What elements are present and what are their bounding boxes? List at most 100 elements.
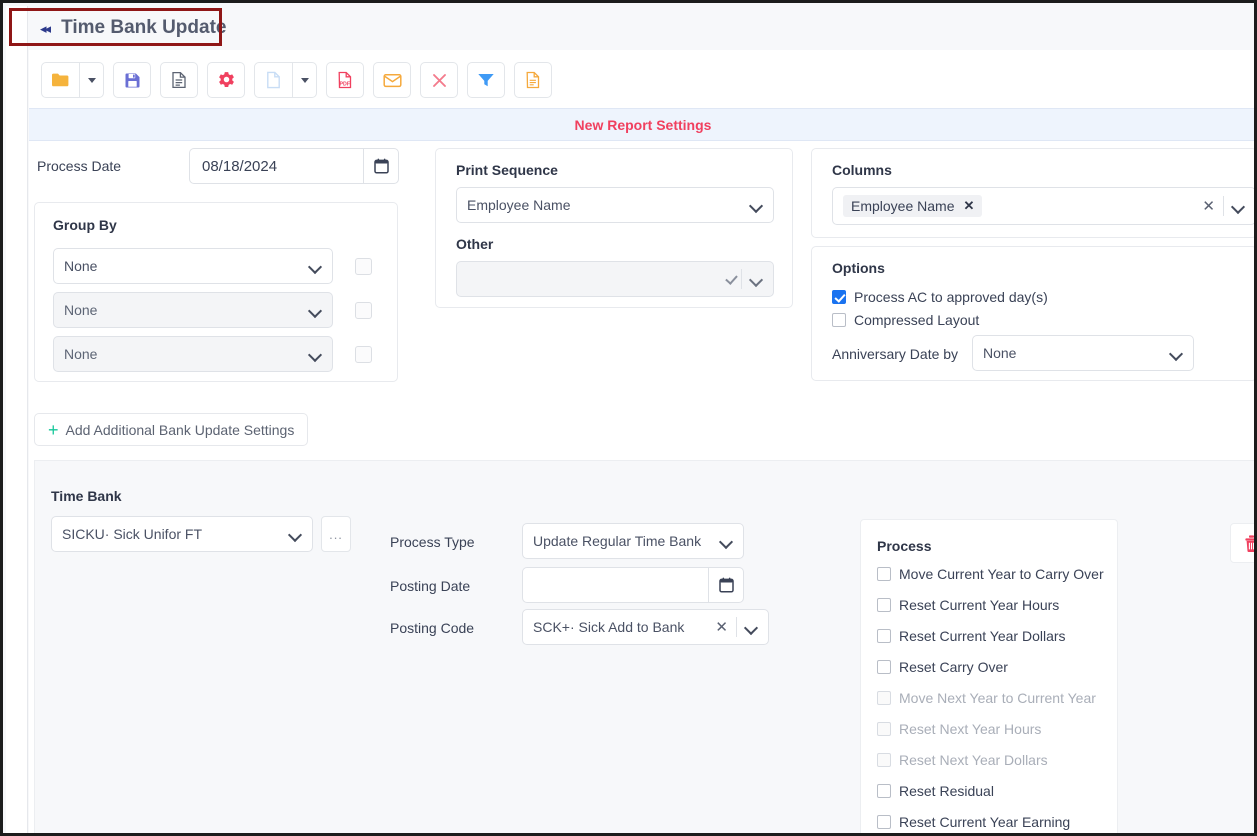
checkbox-icon[interactable] <box>877 660 891 674</box>
new-report-settings-banner: New Report Settings <box>29 108 1254 141</box>
calendar-icon[interactable] <box>363 148 399 184</box>
add-additional-bank-update-settings-button[interactable]: + Add Additional Bank Update Settings <box>34 413 309 446</box>
field-divider <box>1223 196 1224 216</box>
report-settings-panel: PDF New Report Settings Process Date 08/… <box>29 50 1254 833</box>
process-item-reset-current-year-dollars[interactable]: Reset Current Year Dollars <box>877 628 1104 644</box>
process-item-reset-current-year-earning[interactable]: Reset Current Year Earning <box>877 814 1104 830</box>
posting-code-select[interactable]: SCK+· Sick Add to Bank ✕ <box>522 609 769 645</box>
process-title: Process <box>877 538 932 554</box>
chevron-down-icon <box>309 260 322 273</box>
page-title: Time Bank Update <box>61 17 227 38</box>
time-bank-lookup-button[interactable]: ... <box>321 516 351 552</box>
group-by-select-3[interactable]: None <box>53 336 333 372</box>
left-gutter <box>6 6 28 833</box>
posting-date-field[interactable] <box>522 567 744 603</box>
process-date-field[interactable]: 08/18/2024 <box>189 148 399 184</box>
process-type-value: Update Regular Time Bank <box>533 533 702 549</box>
filter-button[interactable] <box>467 62 505 98</box>
funnel-icon <box>478 74 494 87</box>
anniversary-date-by-label: Anniversary Date by <box>832 346 959 362</box>
process-item-label: Move Next Year to Current Year <box>899 690 1096 706</box>
calendar-icon[interactable] <box>708 567 744 603</box>
close-button[interactable] <box>420 62 458 98</box>
floppy-disk-icon <box>125 73 139 87</box>
plus-icon: + <box>48 419 59 440</box>
new-document-dropdown[interactable] <box>292 62 317 98</box>
new-document-button[interactable] <box>254 62 292 98</box>
group-by-select-2[interactable]: None <box>53 292 333 328</box>
email-button[interactable] <box>373 62 411 98</box>
process-type-label: Process Type <box>390 534 475 550</box>
group-by-checkbox-2[interactable] <box>355 301 372 319</box>
process-item-label: Reset Current Year Dollars <box>899 628 1066 644</box>
clear-columns-icon[interactable]: ✕ <box>1202 199 1215 214</box>
checkbox-icon[interactable] <box>877 567 891 581</box>
posting-code-label: Posting Code <box>390 620 475 636</box>
document-lines-icon <box>172 71 186 89</box>
process-type-select[interactable]: Update Regular Time Bank <box>522 523 744 559</box>
trash-icon <box>1244 534 1254 552</box>
print-sequence-title: Print Sequence <box>456 162 558 178</box>
group-by-checkbox-3[interactable] <box>355 345 372 363</box>
check-icon[interactable] <box>725 272 739 286</box>
checkbox-icon[interactable] <box>877 629 891 643</box>
collapse-left-icon[interactable]: ◂◂ <box>40 22 51 35</box>
checkbox-icon[interactable] <box>877 598 891 612</box>
gear-icon <box>218 71 234 87</box>
option-process-ac-to-approved-days[interactable]: Process AC to approved day(s) <box>832 289 1048 305</box>
group-by-row-3: None <box>53 336 391 372</box>
print-sequence-select[interactable]: Employee Name <box>456 187 774 223</box>
columns-title: Columns <box>832 162 892 178</box>
process-item-reset-carry-over[interactable]: Reset Carry Over <box>877 659 1104 675</box>
process-item-reset-next-year-hours: Reset Next Year Hours <box>877 721 1104 737</box>
new-document-group <box>254 62 317 98</box>
save-button[interactable] <box>113 62 151 98</box>
options-panel: Options Process AC to approved day(s) Co… <box>811 246 1254 381</box>
columns-multiselect[interactable]: Employee Name ✕ ✕ <box>832 187 1254 225</box>
process-date-value[interactable]: 08/18/2024 <box>189 148 363 184</box>
clear-posting-code-icon[interactable]: ✕ <box>715 620 728 635</box>
checkbox-icon[interactable] <box>832 313 846 327</box>
chevron-down-icon <box>720 535 733 548</box>
column-chip[interactable]: Employee Name ✕ <box>843 195 983 217</box>
options-title: Options <box>832 260 885 276</box>
delete-time-bank-row-button[interactable] <box>1230 523 1254 563</box>
process-item-move-current-year-to-carry-over[interactable]: Move Current Year to Carry Over <box>877 566 1104 582</box>
other-label: Other <box>456 236 494 252</box>
svg-text:PDF: PDF <box>339 82 350 88</box>
export-file-button[interactable] <box>514 62 552 98</box>
group-by-checkbox-1[interactable] <box>355 257 372 275</box>
process-item-label: Reset Next Year Dollars <box>899 752 1048 768</box>
chevron-down-icon <box>750 199 763 212</box>
columns-panel: Columns Employee Name ✕ ✕ <box>811 148 1254 238</box>
export-pdf-button[interactable]: PDF <box>326 62 364 98</box>
group-by-select-1[interactable]: None <box>53 248 333 284</box>
columns-chip-list: Employee Name ✕ <box>843 195 1202 217</box>
option-compressed-layout[interactable]: Compressed Layout <box>832 312 979 328</box>
process-item-reset-current-year-hours[interactable]: Reset Current Year Hours <box>877 597 1104 613</box>
open-folder-dropdown[interactable] <box>79 62 104 98</box>
settings-button[interactable] <box>207 62 245 98</box>
time-bank-value: SICKU· Sick Unifor FT <box>62 526 203 542</box>
other-select[interactable] <box>456 261 774 297</box>
open-folder-button[interactable] <box>41 62 79 98</box>
remove-chip-icon[interactable]: ✕ <box>964 198 975 214</box>
posting-date-value[interactable] <box>522 567 708 603</box>
chevron-down-icon <box>745 621 758 634</box>
group-by-row-1: None <box>53 248 391 284</box>
process-item-reset-residual[interactable]: Reset Residual <box>877 783 1104 799</box>
checkbox-icon[interactable] <box>877 815 891 829</box>
time-bank-label: Time Bank <box>51 488 122 504</box>
checkbox-icon <box>877 753 891 767</box>
process-date-label: Process Date <box>37 158 122 174</box>
checkbox-icon[interactable] <box>832 290 846 304</box>
folder-icon <box>52 73 69 87</box>
process-options-card: Process Move Current Year to Carry Over … <box>860 519 1118 833</box>
report-button[interactable] <box>160 62 198 98</box>
time-bank-select[interactable]: SICKU· Sick Unifor FT <box>51 516 313 552</box>
pdf-icon: PDF <box>338 71 352 89</box>
checkbox-icon[interactable] <box>877 784 891 798</box>
anniversary-date-by-select[interactable]: None <box>972 335 1194 371</box>
option-label: Process AC to approved day(s) <box>854 289 1048 305</box>
chevron-down-icon <box>309 348 322 361</box>
